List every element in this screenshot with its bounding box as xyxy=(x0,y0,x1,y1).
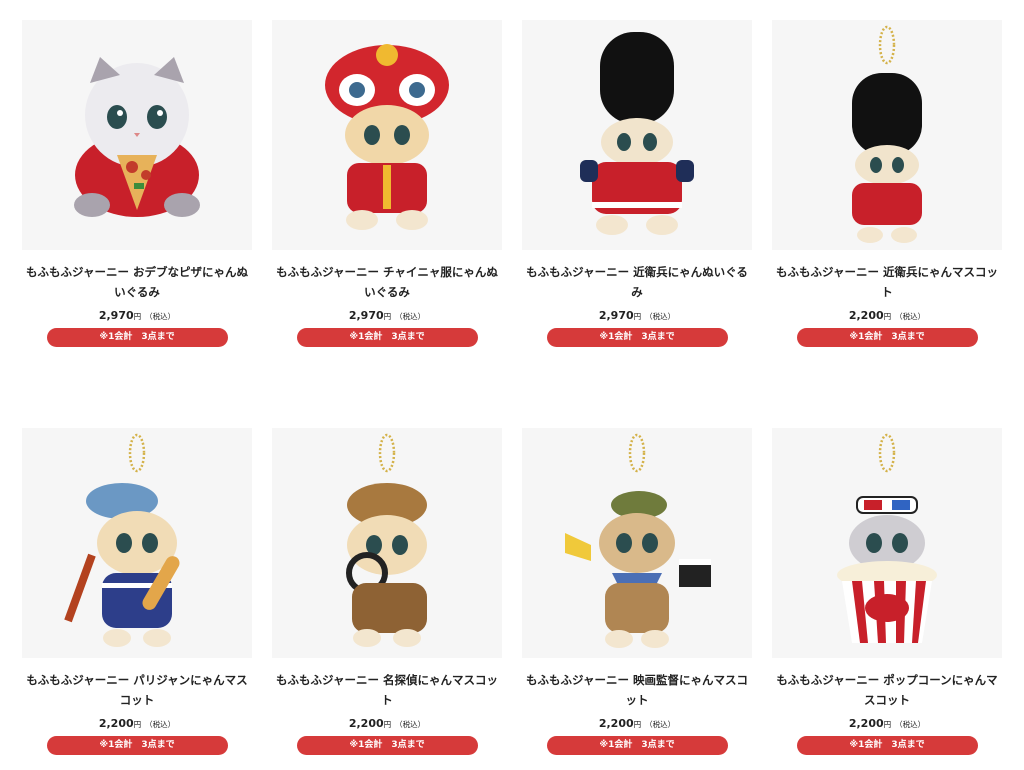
price-unit: 円 xyxy=(633,720,642,729)
product-price: 2,200円 （税込） xyxy=(272,717,502,730)
director-cat-mascot-icon xyxy=(565,433,711,648)
price-unit: 円 xyxy=(133,720,142,729)
pizza-cat-plush-icon xyxy=(74,57,200,217)
tax-note: （税込） xyxy=(395,720,426,729)
product-card[interactable]: もふもふジャーニー パリジャンにゃんマスコット 2,200円 （税込） ※1会計 … xyxy=(22,428,252,755)
tax-note: （税込） xyxy=(145,312,176,321)
price-value: 2,200 xyxy=(848,309,884,322)
product-card[interactable]: もふもふジャーニー 近衛兵にゃんぬいぐるみ 2,970円 （税込） ※1会計 3点… xyxy=(522,20,752,347)
product-card[interactable]: もふもふジャーニー 映画監督にゃんマスコット 2,200円 （税込） ※1会計 3… xyxy=(522,428,752,755)
product-name[interactable]: もふもふジャーニー 近衛兵にゃんマスコット xyxy=(776,262,998,302)
product-price: 2,200円 （税込） xyxy=(522,717,752,730)
product-name[interactable]: もふもふジャーニー 名探偵にゃんマスコット xyxy=(276,670,498,710)
product-price: 2,970円 （税込） xyxy=(522,309,752,322)
tax-note: （税込） xyxy=(895,312,926,321)
tax-note: （税込） xyxy=(395,312,426,321)
product-image[interactable] xyxy=(772,20,1002,250)
product-image[interactable] xyxy=(22,20,252,250)
tax-note: （税込） xyxy=(645,312,676,321)
purchase-limit-badge[interactable]: ※1会計 3点まで xyxy=(296,736,478,755)
guard-cat-plush-icon xyxy=(580,32,694,235)
product-name[interactable]: もふもふジャーニー おデブなピザにゃんぬいぐるみ xyxy=(26,262,248,302)
price-value: 2,970 xyxy=(98,309,134,322)
lion-dance-cat-plush-icon xyxy=(325,44,449,230)
product-image[interactable] xyxy=(522,428,752,658)
product-card[interactable]: もふもふジャーニー 名探偵にゃんマスコット 2,200円 （税込） ※1会計 3点… xyxy=(272,428,502,755)
ball-chain-icon xyxy=(878,25,896,65)
purchase-limit-badge[interactable]: ※1会計 3点まで xyxy=(796,328,978,347)
product-image[interactable] xyxy=(772,428,1002,658)
product-price: 2,200円 （税込） xyxy=(22,717,252,730)
price-value: 2,200 xyxy=(348,717,384,730)
price-unit: 円 xyxy=(383,312,392,321)
price-value: 2,200 xyxy=(98,717,134,730)
product-name[interactable]: もふもふジャーニー パリジャンにゃんマスコット xyxy=(26,670,248,710)
price-value: 2,970 xyxy=(348,309,384,322)
tax-note: （税込） xyxy=(145,720,176,729)
product-name[interactable]: もふもふジャーニー ポップコーンにゃんマスコット xyxy=(776,670,998,710)
price-unit: 円 xyxy=(133,312,142,321)
product-card[interactable]: もふもふジャーニー 近衛兵にゃんマスコット 2,200円 （税込） ※1会計 3点… xyxy=(772,20,1002,347)
purchase-limit-badge[interactable]: ※1会計 3点まで xyxy=(46,736,228,755)
detective-cat-mascot-icon xyxy=(346,433,427,647)
product-image[interactable] xyxy=(22,428,252,658)
purchase-limit-badge[interactable]: ※1会計 3点まで xyxy=(546,328,728,347)
price-value: 2,970 xyxy=(598,309,634,322)
price-value: 2,200 xyxy=(848,717,884,730)
product-name[interactable]: もふもふジャーニー チャイニャ服にゃんぬいぐるみ xyxy=(276,262,498,302)
product-card[interactable]: もふもふジャーニー チャイニャ服にゃんぬいぐるみ 2,970円 （税込） ※1会計… xyxy=(272,20,502,347)
price-unit: 円 xyxy=(883,312,892,321)
product-image[interactable] xyxy=(522,20,752,250)
product-card[interactable]: もふもふジャーニー ポップコーンにゃんマスコット 2,200円 （税込） ※1会計… xyxy=(772,428,1002,755)
product-name[interactable]: もふもふジャーニー 映画監督にゃんマスコット xyxy=(526,670,748,710)
price-unit: 円 xyxy=(883,720,892,729)
product-price: 2,970円 （税込） xyxy=(272,309,502,322)
tax-note: （税込） xyxy=(645,720,676,729)
parisian-cat-mascot-icon xyxy=(64,433,180,647)
product-image[interactable] xyxy=(272,428,502,658)
product-price: 2,200円 （税込） xyxy=(772,309,1002,322)
product-name[interactable]: もふもふジャーニー 近衛兵にゃんぬいぐるみ xyxy=(526,262,748,302)
purchase-limit-badge[interactable]: ※1会計 3点まで xyxy=(796,736,978,755)
product-grid: もふもふジャーニー おデブなピザにゃんぬいぐるみ 2,970円 （税込） ※1会計… xyxy=(0,0,1024,770)
product-price: 2,200円 （税込） xyxy=(772,717,1002,730)
product-card[interactable]: もふもふジャーニー おデブなピザにゃんぬいぐるみ 2,970円 （税込） ※1会計… xyxy=(22,20,252,347)
guard-cat-mascot-icon xyxy=(852,25,922,243)
tax-note: （税込） xyxy=(895,720,926,729)
purchase-limit-badge[interactable]: ※1会計 3点まで xyxy=(296,328,478,347)
price-unit: 円 xyxy=(383,720,392,729)
product-price: 2,970円 （税込） xyxy=(22,309,252,322)
price-unit: 円 xyxy=(633,312,642,321)
purchase-limit-badge[interactable]: ※1会計 3点まで xyxy=(46,328,228,347)
purchase-limit-badge[interactable]: ※1会計 3点まで xyxy=(546,736,728,755)
price-value: 2,200 xyxy=(598,717,634,730)
popcorn-cat-mascot-icon xyxy=(837,433,937,643)
product-image[interactable] xyxy=(272,20,502,250)
